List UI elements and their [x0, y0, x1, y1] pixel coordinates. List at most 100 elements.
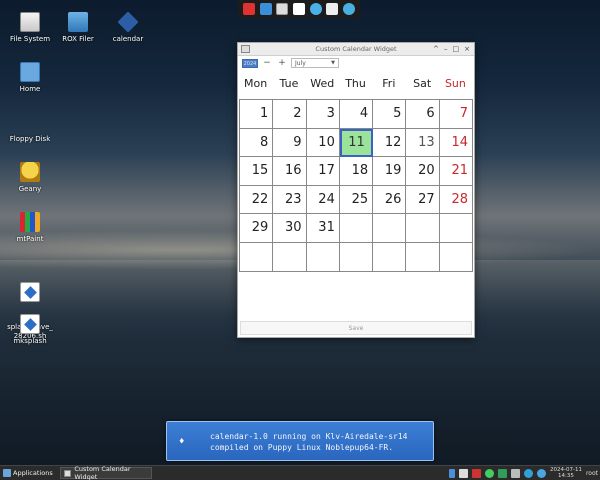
volume-icon[interactable] — [511, 468, 520, 478]
day-cell[interactable]: 15 — [240, 157, 274, 186]
network-icon[interactable] — [498, 468, 507, 478]
terminal-icon[interactable] — [276, 3, 289, 15]
clock-time: 14:35 — [558, 473, 574, 479]
app-red-icon[interactable] — [472, 468, 481, 478]
package-icon[interactable] — [342, 3, 355, 15]
notification-popup[interactable]: ♦ calendar-1.0 running on Klv-Airedale-s… — [166, 421, 434, 461]
day-cell[interactable]: 1 — [240, 100, 274, 129]
geany-icon — [20, 162, 40, 182]
day-cell[interactable]: 13 — [406, 128, 440, 158]
year-field[interactable]: 2024 — [242, 58, 258, 68]
desktop-icon-label: calendar — [112, 35, 144, 43]
day-cell[interactable]: 10 — [306, 128, 340, 158]
taskbar-item-calendar[interactable]: Custom Calendar Widget — [59, 465, 152, 480]
desktop-icon-floppy[interactable]: Floppy Disk — [0, 112, 60, 144]
empty-cell — [439, 242, 473, 272]
weekday-thu: Thu — [345, 76, 366, 90]
day-cell-today[interactable]: 11 — [339, 128, 374, 158]
day-cell[interactable]: 30 — [273, 214, 307, 243]
day-cell[interactable]: 22 — [240, 185, 274, 215]
weekday-sun: Sun — [444, 76, 466, 90]
window-icon — [63, 469, 72, 477]
day-cell[interactable]: 26 — [373, 185, 407, 215]
window-title: Custom Calendar Widget — [315, 45, 397, 53]
drive-icon — [20, 12, 40, 32]
applications-menu-button[interactable]: Applications — [0, 466, 56, 480]
save-button[interactable]: Save — [240, 321, 472, 335]
day-cell[interactable]: 31 — [306, 214, 340, 243]
day-cell[interactable]: 24 — [306, 185, 340, 215]
empty-cell — [339, 242, 374, 272]
empty-cell — [406, 214, 440, 243]
android-icon[interactable] — [485, 468, 494, 478]
taskbar: Applications Custom Calendar Widget 2024… — [0, 465, 600, 480]
weekday-fri: Fri — [382, 76, 396, 90]
day-cell[interactable]: 6 — [406, 100, 440, 129]
desktop-icon-mtpaint[interactable]: mtPaint — [0, 212, 60, 244]
day-cell[interactable]: 4 — [339, 100, 374, 129]
script-icon — [20, 314, 40, 334]
decrement-button[interactable]: − — [261, 58, 273, 68]
day-cell[interactable]: 23 — [273, 185, 307, 215]
script-icon — [20, 282, 40, 302]
desktop-icon-label: Home — [19, 85, 41, 93]
day-cell[interactable]: 2 — [273, 100, 307, 129]
day-cell[interactable]: 29 — [240, 214, 274, 243]
desktop-icon-geany[interactable]: Geany — [0, 162, 60, 194]
day-cell[interactable]: 3 — [306, 100, 340, 129]
weekday-wed: Wed — [310, 76, 335, 90]
desktop-icon-home[interactable]: Home — [0, 62, 60, 94]
window-titlebar[interactable]: Custom Calendar Widget ^ – □ × — [238, 43, 474, 56]
mtpaint-icon — [20, 212, 40, 232]
desktop-icon-label: Floppy Disk — [9, 135, 51, 143]
month-select[interactable]: July ▼ — [291, 58, 339, 68]
day-cell[interactable]: 9 — [273, 128, 307, 158]
applications-icon — [3, 469, 11, 477]
notification-line1: calendar-1.0 running on Klv-Airedale-sr1… — [210, 432, 408, 441]
day-cell[interactable]: 17 — [306, 157, 340, 186]
empty-cell — [339, 214, 374, 243]
day-cell[interactable]: 20 — [406, 157, 440, 186]
empty-cell — [240, 242, 274, 272]
calendar-app-icon — [117, 11, 139, 33]
applications-label: Applications — [13, 469, 53, 477]
desktop-icon-calendar[interactable]: calendar — [98, 11, 158, 44]
day-cell[interactable]: 14 — [439, 128, 473, 158]
weekday-mon: Mon — [244, 76, 268, 90]
empty-cell — [439, 214, 473, 243]
day-cell[interactable]: 7 — [439, 100, 473, 129]
day-cell[interactable]: 21 — [439, 157, 473, 186]
day-cell[interactable]: 27 — [406, 185, 440, 215]
day-cell[interactable]: 5 — [373, 100, 407, 129]
phone-icon[interactable] — [449, 468, 455, 478]
calendar-toolbar: 2024 − + July ▼ — [238, 56, 474, 70]
desktop-icon-mksplash[interactable]: mksplash — [0, 314, 60, 346]
day-cell[interactable]: 28 — [439, 185, 473, 215]
globe-tray-icon[interactable] — [537, 468, 546, 478]
update-icon[interactable] — [524, 468, 533, 478]
day-cell[interactable]: 16 — [273, 157, 307, 186]
day-cell[interactable]: 19 — [373, 157, 407, 186]
floppy-icon — [20, 112, 40, 132]
user-label[interactable]: root — [586, 470, 598, 477]
desktop-icon-label: mksplash — [13, 337, 47, 345]
browser-icon[interactable] — [259, 3, 272, 15]
day-cell[interactable]: 8 — [240, 128, 274, 158]
folder-icon — [68, 12, 88, 32]
home-folder-icon — [20, 62, 40, 82]
globe-icon[interactable] — [309, 3, 322, 15]
rocket-icon[interactable] — [243, 3, 256, 15]
files-icon[interactable] — [292, 3, 305, 15]
day-cell[interactable]: 25 — [339, 185, 374, 215]
day-cell[interactable]: 12 — [373, 128, 407, 158]
taskbar-item-label: Custom Calendar Widget — [74, 465, 131, 480]
empty-cell — [306, 242, 340, 272]
system-tray: 2024-07-11 14:35 root — [449, 467, 600, 479]
clock[interactable]: 2024-07-11 14:35 — [550, 467, 582, 479]
day-cell[interactable]: 18 — [339, 157, 374, 186]
clipboard-icon[interactable] — [459, 468, 468, 478]
notification-line2: compiled on Puppy Linux Noblepup64-FR. — [210, 443, 394, 452]
increment-button[interactable]: + — [276, 58, 288, 68]
editor-icon[interactable] — [326, 3, 339, 15]
desktop-icon-label: Geany — [18, 185, 42, 193]
